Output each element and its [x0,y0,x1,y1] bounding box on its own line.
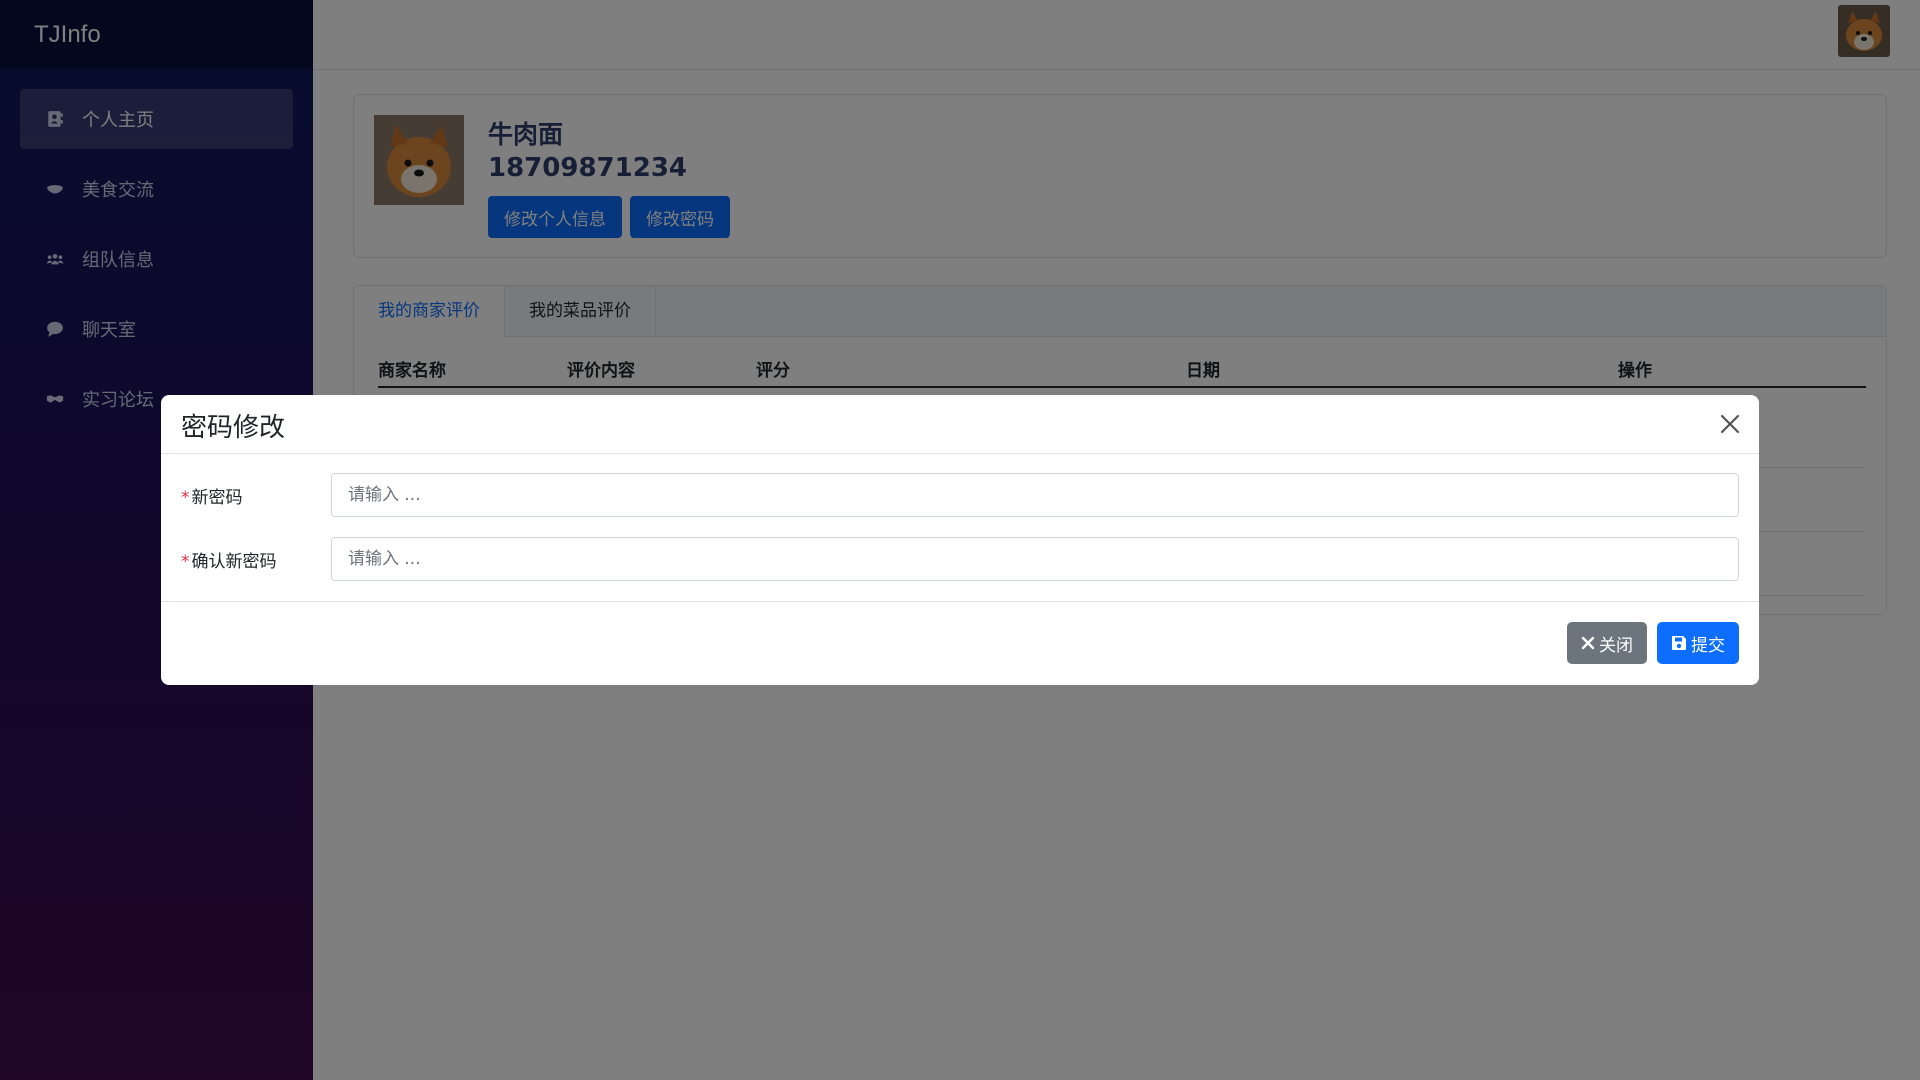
modal-title: 密码修改 [181,413,286,443]
change-password-modal: 密码修改 *新密码 *确认新密码 关闭 提交 [161,395,1759,685]
confirm-password-input[interactable] [331,537,1739,581]
new-password-label: * 新密码 [181,488,243,508]
x-icon [1581,636,1595,650]
modal-header: 密码修改 [161,395,1759,454]
required-marker: * [181,552,190,572]
save-icon [1672,636,1686,650]
submit-button[interactable]: 提交 [1657,622,1739,664]
confirm-password-label: * 确认新密码 [181,552,277,572]
new-password-row: * 新密码 [181,473,1739,517]
required-marker: * [181,488,190,508]
close-button[interactable]: 关闭 [1567,622,1647,664]
close-icon[interactable] [1717,411,1743,437]
modal-footer: 关闭 提交 [161,601,1759,686]
confirm-password-row: * 确认新密码 [181,537,1739,581]
new-password-input[interactable] [331,473,1739,517]
